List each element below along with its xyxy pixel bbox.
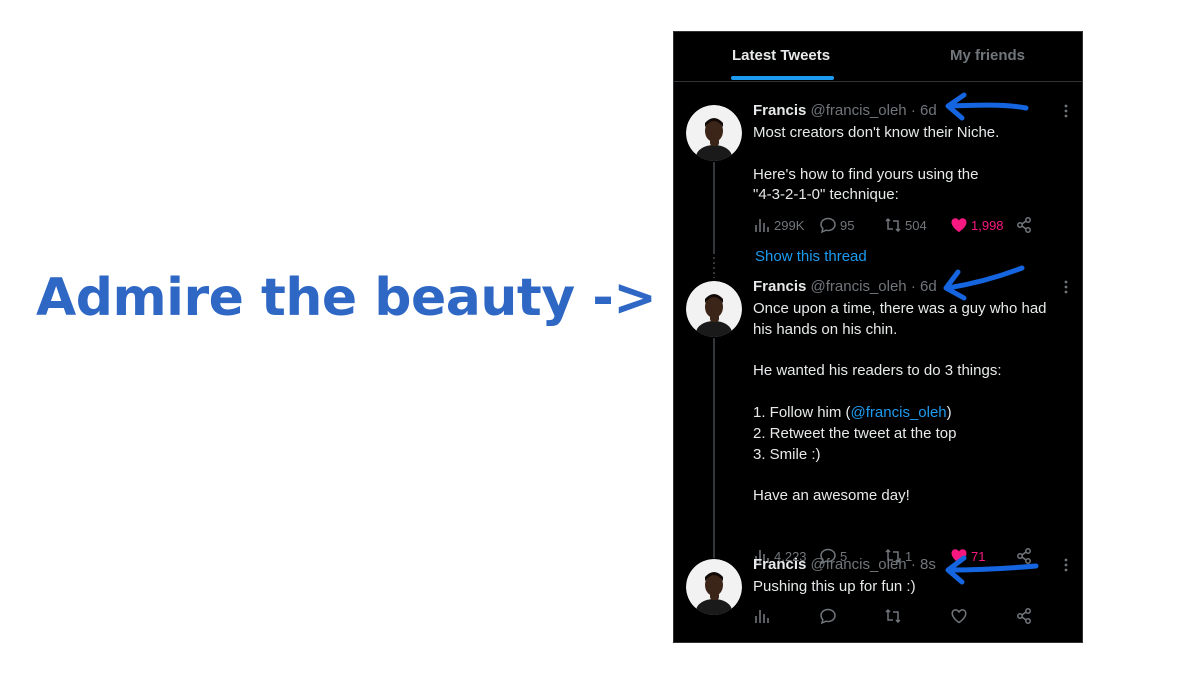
tweet-line: Here's how to find yours using the	[753, 165, 979, 183]
tweet-line: 2. Retweet the tweet at the top	[753, 424, 957, 442]
user-handle[interactable]: @francis_oleh	[811, 278, 907, 295]
views-icon	[755, 219, 769, 232]
blue-arrow-annotation	[943, 265, 1025, 301]
mention-link[interactable]: @francis_oleh	[851, 404, 947, 421]
blue-arrow-annotation	[945, 555, 1039, 585]
separator-dot: ·	[910, 278, 916, 295]
avatar[interactable]	[686, 105, 742, 161]
user-handle[interactable]: @francis_oleh	[811, 102, 907, 119]
tweet-line	[753, 341, 1069, 362]
like-button[interactable]: 1,998	[950, 215, 1004, 235]
tweet-text-span: )	[946, 403, 952, 421]
thread-dots	[713, 252, 715, 278]
show-thread-link[interactable]: Show this thread	[755, 248, 867, 265]
retweet-button[interactable]: 504	[884, 215, 927, 235]
retweet-icon	[885, 217, 901, 233]
tweet-text: Once upon a time, there was a guy who ha…	[753, 299, 1069, 507]
views-count: 299K	[774, 217, 805, 233]
views-button[interactable]: 299K	[753, 215, 804, 235]
share-icon	[1017, 608, 1031, 624]
active-tab-indicator	[731, 76, 834, 80]
share-button[interactable]	[1015, 606, 1033, 626]
retweet-count: 504	[905, 217, 927, 233]
reply-icon	[820, 217, 836, 234]
timestamp[interactable]: 6d	[920, 278, 937, 295]
heart-outline-icon	[951, 609, 967, 624]
tweet-header: Francis @francis_oleh · 6d	[753, 102, 937, 119]
share-icon	[1017, 217, 1031, 233]
retweet-icon	[885, 608, 901, 624]
tweet-line: his hands on his chin.	[753, 320, 898, 338]
views-icon	[755, 610, 769, 623]
timestamp[interactable]: 6d	[920, 102, 937, 119]
reply-button[interactable]: 95	[819, 215, 854, 235]
avatar[interactable]	[686, 559, 742, 615]
display-name[interactable]: Francis	[753, 556, 806, 573]
tweet-header: Francis @francis_oleh · 8s	[753, 556, 936, 573]
display-name[interactable]: Francis	[753, 278, 806, 295]
heart-icon	[951, 218, 967, 232]
reply-icon	[820, 608, 836, 625]
reply-count: 95	[840, 217, 855, 233]
tweet-line: 1. Follow him (@francis_oleh)	[753, 403, 1069, 424]
tweet-line	[753, 144, 1069, 165]
like-count: 1,998	[971, 217, 1004, 233]
blue-arrow-annotation	[945, 92, 1029, 121]
views-button[interactable]	[753, 606, 771, 626]
tweet-text: Most creators don't know their Niche. He…	[753, 123, 1069, 206]
tweet-line	[753, 465, 1069, 486]
tweet-line	[753, 382, 1069, 403]
tab-bar: Latest Tweets My friends	[674, 32, 1082, 82]
like-button[interactable]	[950, 606, 968, 626]
headline: Admire the beauty ->	[36, 268, 657, 328]
separator-dot: ·	[910, 556, 916, 573]
more-icon[interactable]	[1064, 558, 1068, 575]
user-handle[interactable]: @francis_oleh	[811, 556, 907, 573]
timestamp[interactable]: 8s	[920, 556, 936, 573]
tweet-text-span: 1. Follow him (	[753, 403, 851, 421]
tweet-line: 3. Smile :)	[753, 445, 821, 463]
twitter-panel: Latest Tweets My friends Francis @franci	[673, 31, 1083, 643]
tweet-actions: 299K 95 504 1,998	[753, 215, 1053, 235]
display-name[interactable]: Francis	[753, 102, 806, 119]
tweet-line: "4-3-2-1-0" technique:	[753, 186, 899, 204]
tweet-line: He wanted his readers to do 3 things:	[753, 362, 1002, 380]
tweet-header: Francis @francis_oleh · 6d	[753, 278, 937, 295]
retweet-button[interactable]	[884, 606, 902, 626]
more-icon[interactable]	[1064, 280, 1068, 297]
tweet-line: Have an awesome day!	[753, 487, 910, 505]
separator-dot: ·	[910, 102, 916, 119]
share-button[interactable]	[1015, 215, 1033, 235]
tweet-2[interactable]: Francis @francis_oleh · 6d Once upon a t…	[674, 278, 1082, 565]
tab-my-friends[interactable]: My friends	[950, 47, 1025, 64]
avatar[interactable]	[686, 281, 742, 337]
tweet-actions	[753, 606, 1053, 626]
tab-latest-tweets[interactable]: Latest Tweets	[732, 47, 830, 64]
more-icon[interactable]	[1064, 104, 1068, 121]
slide: Admire the beauty -> Latest Tweets My fr…	[0, 0, 1200, 675]
reply-button[interactable]	[819, 606, 837, 626]
